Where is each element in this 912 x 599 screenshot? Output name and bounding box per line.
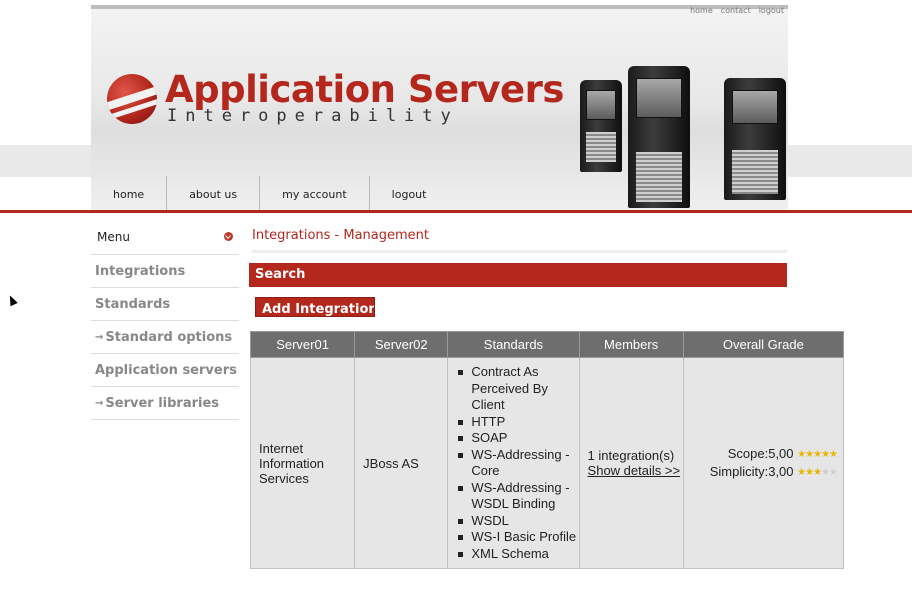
grade-label: Simplicity: [709,464,769,479]
nav-home[interactable]: home [91,176,168,212]
grade-value: 5,00 [768,446,794,461]
server-tower-right [724,78,786,200]
grade-label: Scope: [727,446,769,461]
cell-members: 1 integration(s) Show details >> [578,357,684,569]
star-filled-icon: ★ [805,467,814,478]
standard-item: HTTP [458,414,578,431]
table-row: Internet Information Services JBoss AS C… [249,357,845,569]
grade-value: 3,00 [768,464,794,479]
members-count: 1 integration(s) [587,448,675,463]
page-title: Integrations - Management [252,228,429,243]
menu-item-label: Standard options [105,329,233,345]
top-link-contact[interactable]: contact [721,6,751,15]
cell-standards: Contract As Perceived By Client HTTP SOA… [447,357,580,569]
standard-item: WS-Addressing - WSDL Binding [458,480,578,513]
main-nav: home about us my account logout [91,176,448,212]
menu-item-server-libraries[interactable]: → Server libraries [91,387,239,420]
header: home contact logout Application Servers … [0,0,912,212]
page: home contact logout Application Servers … [0,0,912,599]
star-filled-icon: ★ [797,449,806,460]
menu-item-label: Integrations [95,263,186,279]
menu-header[interactable]: Menu [91,219,239,255]
grade-simplicity: Simplicity:3,00 ★★★★★ [684,463,838,481]
arrow-right-icon: → [95,331,104,343]
logo-title: Application Servers [165,68,564,111]
star-filled-icon: ★ [813,449,822,460]
nav-my-account[interactable]: my account [260,176,370,212]
standards-list: Contract As Perceived By Client HTTP SOA… [448,364,578,562]
standard-item: Contract As Perceived By Client [458,364,578,414]
mouse-cursor-icon [6,293,18,307]
column-header-members[interactable]: Members [578,331,684,358]
site-logo[interactable]: Application Servers Interoperability [107,71,564,126]
arrow-right-icon: → [95,397,104,409]
side-menu: Menu Integrations Standards → Standard o… [91,219,239,420]
add-integration-button[interactable]: Add Integration [255,297,375,317]
header-side-left [0,145,91,177]
top-link-home[interactable]: home [690,6,713,15]
star-filled-icon: ★ [821,449,830,460]
integrations-table: Server01 Server02 Standards Members Over… [249,331,845,569]
star-filled-icon: ★ [829,449,838,460]
menu-item-integrations[interactable]: Integrations [91,255,239,288]
title-divider [252,250,787,253]
menu-item-label: Server libraries [105,395,220,411]
globe-logo-icon [107,73,157,124]
nav-logout[interactable]: logout [370,176,449,212]
column-header-standards[interactable]: Standards [447,331,580,358]
cell-overall-grade: Scope:5,00 ★★★★★ Simplicity:3,00 ★★★★★ [682,357,845,569]
menu-item-standards[interactable]: Standards [91,288,239,321]
show-details-link[interactable]: Show details >> [588,463,681,478]
star-rating: ★★★★★ [797,464,838,481]
standard-item: WS-Addressing - Core [458,447,578,480]
nav-about-us[interactable]: about us [167,176,261,212]
menu-item-application-servers[interactable]: Application servers [91,354,239,387]
grade-scope: Scope:5,00 ★★★★★ [684,445,838,463]
collapse-icon[interactable] [224,232,233,241]
star-empty-icon: ★ [829,467,838,478]
standard-item: WSDL [458,513,578,530]
logo-text: Application Servers Interoperability [165,68,564,127]
column-header-server01[interactable]: Server01 [249,331,356,358]
menu-item-standard-options[interactable]: → Standard options [91,321,239,354]
menu-item-label: Application servers [95,362,237,378]
standard-item: WS-I Basic Profile [458,529,578,546]
cell-server02: JBoss AS [354,357,449,569]
column-header-overall-grade[interactable]: Overall Grade [682,331,845,358]
cell-server01: Internet Information Services [249,357,356,569]
star-filled-icon: ★ [813,467,822,478]
star-filled-icon: ★ [805,449,814,460]
star-empty-icon: ★ [821,467,830,478]
top-links: home contact logout [690,6,784,15]
header-divider [0,210,912,213]
top-link-logout[interactable]: logout [759,6,784,15]
servers-illustration [578,62,788,212]
search-section-bar[interactable]: Search [249,263,787,287]
star-rating: ★★★★★ [797,446,838,463]
star-filled-icon: ★ [797,467,806,478]
menu-title: Menu [97,229,130,244]
column-header-server02[interactable]: Server02 [354,331,449,358]
standard-item: SOAP [458,430,578,447]
header-side-right [788,145,912,177]
server-tower-center [628,66,690,208]
server-tower-left [580,80,622,172]
menu-item-label: Standards [95,296,171,312]
standard-item: XML Schema [458,546,578,563]
table-header-row: Server01 Server02 Standards Members Over… [249,331,845,358]
